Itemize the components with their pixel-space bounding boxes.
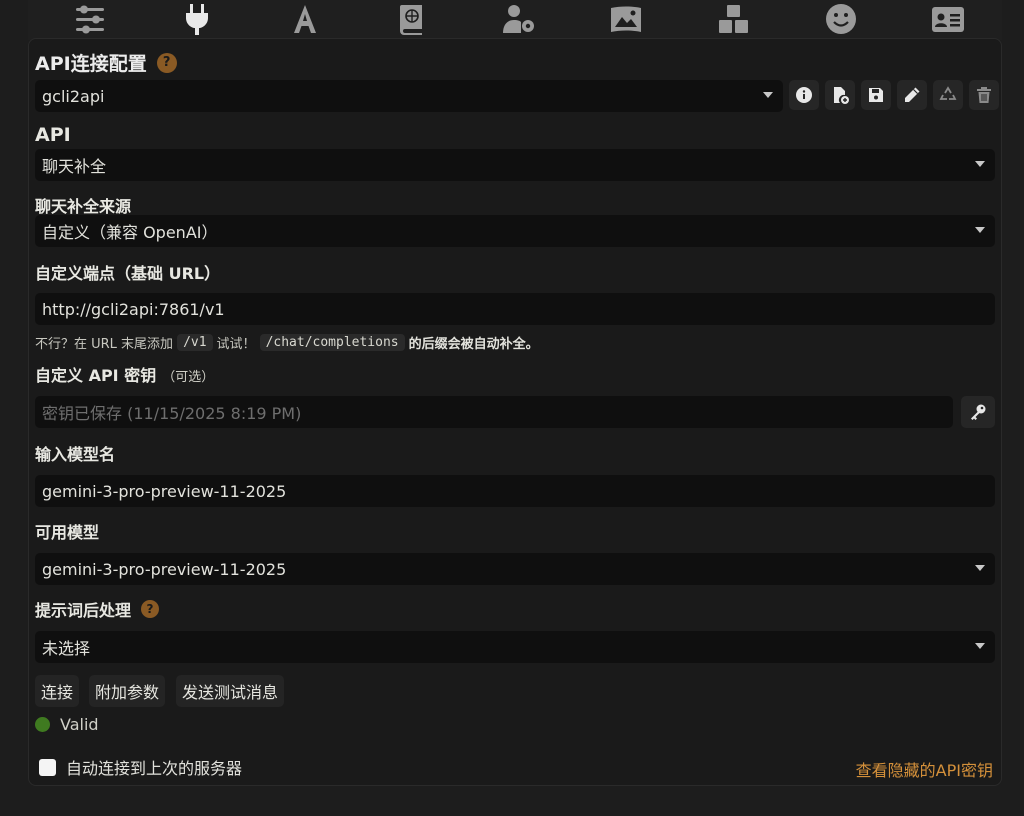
auto-connect-row[interactable]: 自动连接到上次的服务器: [39, 755, 242, 779]
prompt-postprocess-value: 未选择: [42, 639, 91, 658]
connection-profile-value: gcli2api: [42, 86, 105, 106]
prompt-postprocess-label: 提示词后处理 ?: [35, 597, 160, 621]
font-icon[interactable]: [279, 0, 331, 40]
available-models-select[interactable]: gemini-3-pro-preview-11-2025: [35, 553, 995, 585]
custom-endpoint-input[interactable]: http://gcli2api:7861/v1: [35, 293, 995, 325]
profile-rename-button[interactable]: [897, 80, 927, 110]
prompt-postprocess-select[interactable]: 未选择: [35, 631, 995, 663]
api-key-placeholder: 密钥已保存 (11/15/2025 8:19 PM): [42, 404, 302, 423]
auto-connect-checkbox[interactable]: [39, 758, 56, 776]
connect-button[interactable]: 连接: [35, 675, 80, 707]
book-atlas-icon[interactable]: [386, 0, 438, 40]
status-text: Valid: [60, 715, 99, 734]
send-test-message-button[interactable]: 发送测试消息: [176, 675, 285, 707]
hint-code: /chat/completions: [259, 334, 405, 351]
api-type-value: 聊天补全: [42, 157, 107, 176]
endpoint-hint: 不行？在 URL 末尾添加 /v1 试试！ /chat/completions …: [35, 333, 539, 352]
top-navigation-bar: [28, 0, 1002, 40]
plug-icon[interactable]: [171, 0, 223, 40]
image-icon[interactable]: [600, 0, 652, 40]
help-icon[interactable]: ?: [156, 52, 177, 73]
recycle-icon: [939, 86, 957, 100]
model-name-value: gemini-3-pro-preview-11-2025: [42, 481, 287, 501]
model-name-input[interactable]: gemini-3-pro-preview-11-2025: [35, 475, 995, 507]
hint-code: /v1: [177, 334, 213, 351]
key-icon: [971, 404, 986, 420]
hint-text: 不行？在 URL 末尾添加: [35, 337, 174, 352]
hint-text: 的后缀会被自动补全。: [408, 337, 539, 352]
view-hidden-api-keys-link[interactable]: 查看隐藏的API密钥: [856, 757, 993, 781]
available-models-value: gemini-3-pro-preview-11-2025: [42, 559, 287, 579]
auto-connect-label: 自动连接到上次的服务器: [66, 759, 243, 778]
chat-source-select[interactable]: 自定义（兼容 OpenAI）: [35, 215, 995, 247]
profile-new-button[interactable]: [825, 80, 855, 110]
api-connection-panel: API连接配置 ? gcli2api API 聊天补全 聊天补全来源 自定义（兼…: [28, 38, 1002, 786]
profile-save-button[interactable]: [861, 80, 891, 110]
help-icon[interactable]: ?: [141, 600, 160, 618]
floppy-disk-icon: [869, 88, 883, 102]
chevron-down-icon: [975, 161, 985, 167]
pencil-icon: [905, 87, 920, 102]
sliders-icon[interactable]: [64, 0, 116, 40]
smile-icon[interactable]: [815, 0, 867, 40]
custom-endpoint-value: http://gcli2api:7861/v1: [42, 299, 225, 319]
optional-note: （可选）: [162, 370, 215, 385]
trash-icon: [977, 87, 991, 103]
chevron-down-icon: [975, 643, 985, 649]
profile-delete-button[interactable]: [969, 80, 999, 110]
info-icon: [796, 87, 812, 103]
api-key-label-text: 自定义 API 密钥: [35, 366, 157, 385]
status-dot-icon: [35, 717, 50, 732]
cubes-icon[interactable]: [708, 0, 760, 40]
profile-info-button[interactable]: [789, 80, 819, 110]
connection-profile-select[interactable]: gcli2api: [35, 80, 783, 112]
connection-status: Valid: [35, 715, 99, 734]
hint-text: 试试！: [216, 337, 256, 352]
prompt-postprocess-label-text: 提示词后处理: [35, 601, 132, 620]
api-type-select[interactable]: 聊天补全: [35, 149, 995, 181]
chevron-down-icon: [763, 92, 773, 98]
profile-reload-button[interactable]: [933, 80, 963, 110]
extra-params-button[interactable]: 附加参数: [89, 675, 166, 707]
model-name-label: 输入模型名: [35, 445, 116, 464]
chat-source-label: 聊天补全来源: [35, 197, 132, 216]
api-connection-title: API连接配置 ?: [35, 49, 177, 76]
panel-title: API连接配置: [35, 53, 147, 75]
api-key-input[interactable]: 密钥已保存 (11/15/2025 8:19 PM): [35, 396, 953, 428]
user-gear-icon[interactable]: [493, 0, 545, 40]
available-models-label: 可用模型: [35, 523, 100, 542]
id-card-icon[interactable]: [922, 0, 974, 40]
chevron-down-icon: [975, 227, 985, 233]
file-circle-plus-icon: [834, 87, 849, 104]
api-key-label: 自定义 API 密钥 （可选）: [35, 362, 214, 386]
api-label: API: [35, 124, 71, 146]
api-key-manage-button[interactable]: [961, 396, 995, 428]
custom-endpoint-label: 自定义端点（基础 URL）: [35, 264, 221, 283]
chevron-down-icon: [975, 565, 985, 571]
chat-source-value: 自定义（兼容 OpenAI）: [42, 223, 218, 242]
